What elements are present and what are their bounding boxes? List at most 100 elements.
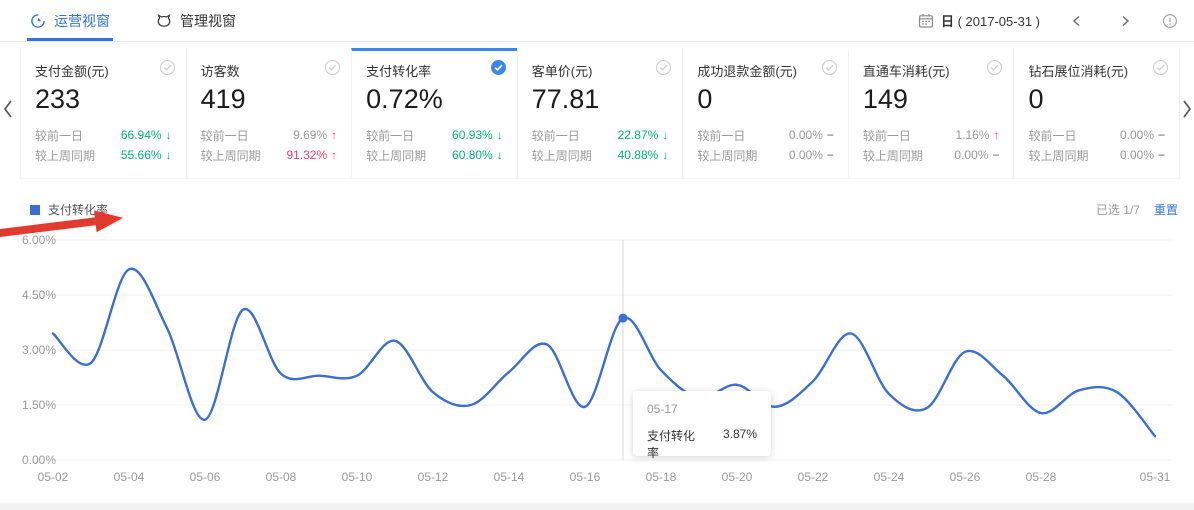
- svg-text:0.00%: 0.00%: [22, 453, 56, 467]
- metric-title: 客单价(元): [532, 61, 669, 80]
- trend-arrow: ↓: [166, 129, 172, 141]
- svg-text:05-08: 05-08: [266, 470, 297, 484]
- compare-label: 较上周同期: [35, 147, 95, 164]
- metric-value: 77.81: [532, 84, 669, 115]
- tab-operations-view[interactable]: 运营视窗: [30, 0, 110, 41]
- metric-title: 访客数: [201, 61, 338, 80]
- compare-row: 较前一日 0.00%−: [1028, 125, 1165, 145]
- compare-label: 较上周同期: [366, 147, 426, 164]
- tab-label: 运营视窗: [54, 11, 110, 31]
- metric-card-zuanshi-spend[interactable]: 钻石展位消耗(元) 0 较前一日 0.00%− 较上周同期 0.00%−: [1013, 48, 1179, 178]
- metric-value: 149: [863, 84, 1000, 115]
- svg-text:05-28: 05-28: [1026, 470, 1057, 484]
- compare-label: 较上周同期: [863, 147, 923, 164]
- bottom-strip: [0, 503, 1194, 510]
- calendar-icon[interactable]: [918, 13, 934, 29]
- compare-row: 较上周同期 60.80%↓: [366, 145, 503, 165]
- compare-value: 1.16%: [955, 128, 989, 142]
- reset-link[interactable]: 重置: [1154, 201, 1178, 218]
- svg-text:05-16: 05-16: [570, 470, 601, 484]
- compare-row: 较上周同期 0.00%−: [697, 145, 834, 165]
- svg-text:05-22: 05-22: [798, 470, 829, 484]
- cards-scroll-right-icon[interactable]: [1181, 98, 1193, 125]
- info-icon[interactable]: [1162, 13, 1178, 29]
- compare-value: 0.00%: [789, 128, 823, 142]
- trend-arrow: ↓: [166, 149, 172, 161]
- compare-label: 较上周同期: [1028, 147, 1088, 164]
- compare-value: 0.00%: [954, 148, 988, 162]
- date-controls: 日 ( 2017-05-31 ): [918, 0, 1182, 41]
- tab-management-view[interactable]: 管理视窗: [156, 0, 236, 41]
- svg-text:05-04: 05-04: [114, 470, 145, 484]
- metric-card-refund-amount[interactable]: 成功退款金额(元) 0 较前一日 0.00%− 较上周同期 0.00%−: [682, 48, 848, 178]
- svg-text:05-20: 05-20: [722, 470, 753, 484]
- svg-text:05-06: 05-06: [190, 470, 221, 484]
- svg-text:05-12: 05-12: [418, 470, 449, 484]
- svg-text:4.50%: 4.50%: [22, 288, 56, 302]
- metric-value: 233: [35, 84, 172, 115]
- compare-value: 66.94%: [121, 128, 162, 142]
- compare-label: 较上周同期: [532, 147, 592, 164]
- trend-arrow: ↓: [662, 129, 668, 141]
- compare-label: 较前一日: [366, 127, 414, 144]
- conversion-rate-line-chart[interactable]: 0.00%1.50%3.00%4.50%6.00%05-0205-0405-06…: [0, 225, 1194, 497]
- compare-value: 0.00%: [789, 148, 823, 162]
- metric-title: 支付转化率: [366, 61, 503, 80]
- metric-title: 支付金额(元): [35, 61, 172, 80]
- compare-row: 较上周同期 91.32%↑: [201, 145, 338, 165]
- check-circle-icon[interactable]: [821, 59, 838, 76]
- svg-text:05-02: 05-02: [38, 470, 69, 484]
- cat-icon: [156, 13, 172, 29]
- metric-title: 直通车消耗(元): [863, 61, 1000, 80]
- metric-value: 0.72%: [366, 84, 503, 115]
- compare-row: 较前一日 1.16%↑: [863, 125, 1000, 145]
- metric-card-avg-order-value[interactable]: 客单价(元) 77.81 较前一日 22.87%↓ 较上周同期 40.88%↓: [517, 48, 683, 178]
- trend-arrow: −: [1158, 149, 1165, 161]
- svg-text:3.00%: 3.00%: [22, 343, 56, 357]
- check-circle-icon[interactable]: [986, 59, 1003, 76]
- metric-card-visitors[interactable]: 访客数 419 较前一日 9.69%↑ 较上周同期 91.32%↑: [186, 48, 352, 178]
- compare-row: 较上周同期 40.88%↓: [532, 145, 669, 165]
- compare-value: 0.00%: [1120, 128, 1154, 142]
- compare-value: 60.93%: [452, 128, 493, 142]
- selected-count: 已选 1/7: [1096, 201, 1140, 218]
- check-circle-icon[interactable]: [159, 59, 176, 76]
- next-date-button[interactable]: [1118, 14, 1132, 28]
- svg-text:05-18: 05-18: [646, 470, 677, 484]
- check-circle-icon[interactable]: [1152, 59, 1169, 76]
- metric-card-ztc-spend[interactable]: 直通车消耗(元) 149 较前一日 1.16%↑ 较上周同期 0.00%−: [848, 48, 1014, 178]
- compare-label: 较前一日: [35, 127, 83, 144]
- date-granularity-selector[interactable]: 日 ( 2017-05-31 ): [941, 11, 1040, 30]
- cards-scroll-left-icon[interactable]: [2, 98, 14, 125]
- metric-cards-row: 支付金额(元) 233 较前一日 66.94%↓ 较上周同期 55.66%↓ 访…: [20, 48, 1180, 179]
- legend-swatch: [30, 205, 40, 215]
- previous-date-button[interactable]: [1070, 14, 1084, 28]
- check-circle-icon[interactable]: [324, 59, 341, 76]
- tooltip-series-label: 支付转化率: [647, 427, 701, 461]
- date-range-text: ( 2017-05-31 ): [958, 14, 1040, 29]
- tooltip-value: 3.87%: [723, 427, 757, 461]
- compare-row: 较前一日 0.00%−: [697, 125, 834, 145]
- check-circle-icon[interactable]: [655, 59, 672, 76]
- compare-row: 较上周同期 0.00%−: [863, 145, 1000, 165]
- check-circle-icon-selected[interactable]: [490, 59, 507, 76]
- compare-row: 较前一日 9.69%↑: [201, 125, 338, 145]
- operations-view-icon: [30, 13, 46, 29]
- sycm-dashboard: 运营视窗 管理视窗 日 ( 2017-05-31 ): [0, 0, 1194, 510]
- trend-arrow: ↓: [497, 149, 503, 161]
- metric-card-conversion-rate[interactable]: 支付转化率 0.72% 较前一日 60.93% ↓ 较上周同期 60.80%↓: [351, 48, 517, 178]
- top-bar: 运营视窗 管理视窗 日 ( 2017-05-31 ): [0, 0, 1194, 42]
- chart-legend: 支付转化率: [30, 201, 108, 218]
- svg-text:6.00%: 6.00%: [22, 233, 56, 247]
- svg-text:05-24: 05-24: [874, 470, 905, 484]
- trend-arrow: ↑: [331, 129, 337, 141]
- compare-label: 较前一日: [532, 127, 580, 144]
- trend-arrow: ↓: [662, 149, 668, 161]
- view-tabs: 运营视窗 管理视窗: [30, 0, 236, 41]
- date-granularity: 日: [941, 14, 954, 29]
- tooltip-date: 05-17: [647, 402, 757, 416]
- compare-label: 较前一日: [1028, 127, 1076, 144]
- metric-card-payment-amount[interactable]: 支付金额(元) 233 较前一日 66.94%↓ 较上周同期 55.66%↓: [21, 48, 186, 178]
- metric-title: 成功退款金额(元): [697, 61, 834, 80]
- compare-value: 22.87%: [618, 128, 659, 142]
